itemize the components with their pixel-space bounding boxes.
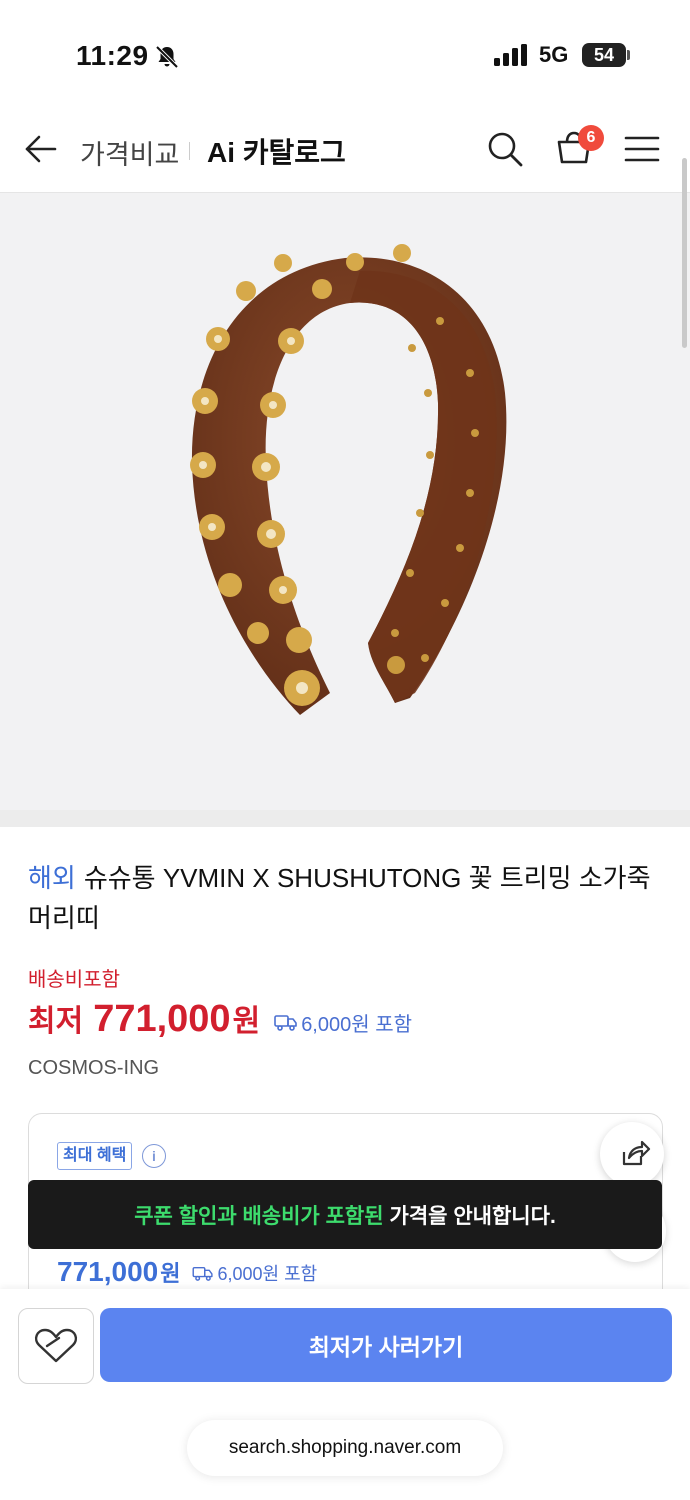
search-icon[interactable] (486, 130, 524, 168)
share-button[interactable] (600, 1122, 664, 1186)
shipping-included-label: 배송비포함 (28, 969, 120, 991)
card-shipping-fee-text: 6,000원 포함 (217, 1264, 318, 1284)
truck-icon (274, 1015, 297, 1031)
product-image[interactable] (0, 193, 690, 810)
headband-illustration (190, 244, 507, 715)
toast-highlight: 쿠폰 할인과 배송비가 포함된 (134, 1204, 384, 1228)
lowest-label: 최저 (28, 1005, 84, 1038)
nav-separator (189, 142, 190, 160)
info-icon[interactable]: i (142, 1144, 166, 1168)
wishlist-button[interactable] (18, 1308, 94, 1384)
card-price-row: 771,000 원 6,000원 포함 (57, 1256, 317, 1288)
max-benefit-badge: 최대 혜택 (57, 1142, 133, 1170)
back-arrow-icon[interactable] (24, 132, 58, 166)
price-unit: 원 (232, 1005, 261, 1038)
toast-message: 쿠폰 할인과 배송비가 포함된 가격을 안내합니다. (28, 1180, 662, 1249)
toast-text: 가격을 안내합니다. (389, 1204, 556, 1228)
seller-name[interactable]: COSMOS-ING (28, 1057, 159, 1080)
buy-lowest-price-button[interactable]: 최저가 사러가기 (100, 1308, 672, 1382)
scrollbar-thumb[interactable] (682, 158, 687, 348)
cart-count-badge: 6 (578, 125, 604, 151)
bell-slash-icon (155, 45, 179, 69)
hamburger-menu-icon[interactable] (624, 135, 660, 163)
status-time: 11:29 (76, 40, 149, 71)
product-title-text: 슈슈통 YVMIN X SHUSHUTONG 꽃 트리밍 소가죽 머리띠 (28, 863, 651, 933)
nav-price-compare[interactable]: 가격비교 (80, 133, 179, 172)
section-gap (0, 810, 690, 827)
share-icon (622, 1140, 651, 1166)
battery-level: 54 (582, 43, 626, 67)
price-value: 771,000 (93, 998, 231, 1040)
card-price-unit: 원 (160, 1261, 181, 1286)
card-shipping-fee: 6,000원 포함 (192, 1260, 317, 1286)
browser-url-bar[interactable]: search.shopping.naver.com (187, 1420, 503, 1476)
price-row: 최저 771,000 원 6,000원 포함 (28, 996, 412, 1041)
card-price: 771,000 (57, 1256, 159, 1287)
battery-tip (627, 50, 630, 60)
truck-icon (192, 1266, 214, 1281)
network-label: 5G (539, 42, 569, 67)
product-title: 해외 슈슈통 YVMIN X SHUSHUTONG 꽃 트리밍 소가죽 머리띠 (28, 858, 658, 938)
nav-ai-catalog[interactable]: Ai 카탈로그 (207, 131, 346, 171)
shipping-fee-text: 6,000원 포함 (301, 1013, 412, 1036)
overseas-label: 해외 (28, 863, 76, 893)
shipping-fee: 6,000원 포함 (274, 1008, 412, 1037)
heart-tag-icon (34, 1328, 78, 1363)
signal-icon (494, 44, 527, 66)
